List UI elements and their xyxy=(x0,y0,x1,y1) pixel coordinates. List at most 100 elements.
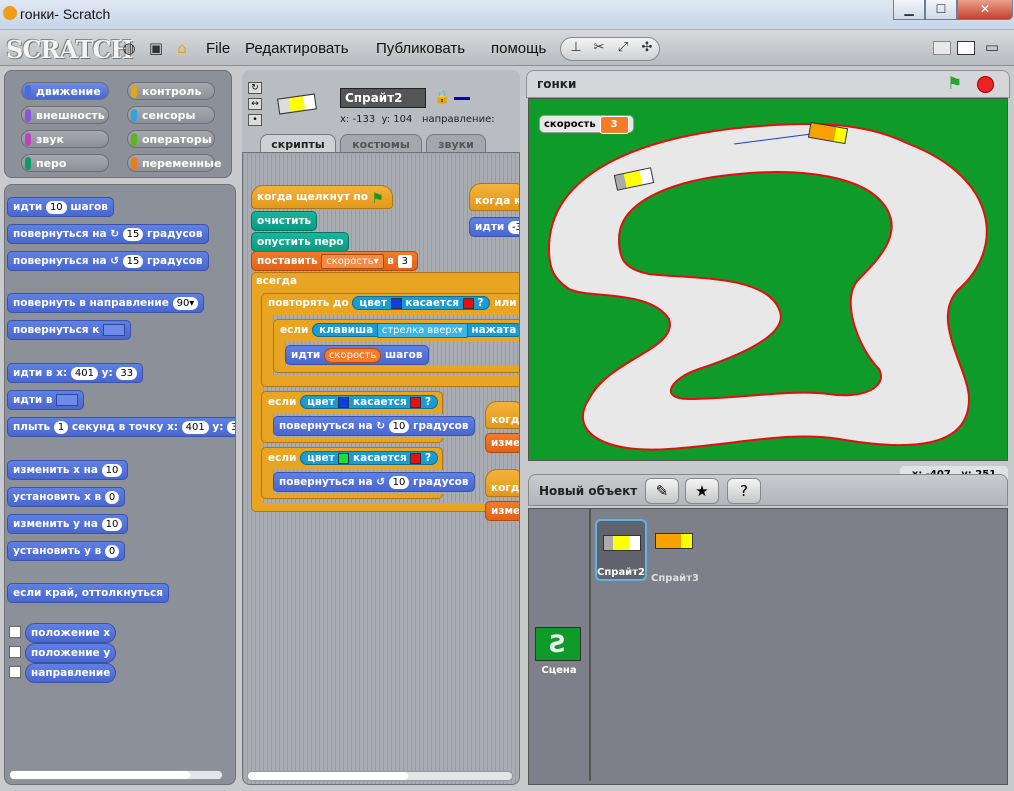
cut-icon[interactable]: ✂ xyxy=(588,40,610,58)
share-icon[interactable]: ⌂ xyxy=(173,39,191,57)
normal-stage-icon[interactable] xyxy=(957,41,975,55)
direction-indicator xyxy=(454,97,470,100)
side-move-block[interactable]: идти -3 xyxy=(469,217,519,237)
menu-share[interactable]: Публиковать xyxy=(376,40,465,57)
block-point-direction[interactable]: повернуть в направление 90▾ xyxy=(7,293,205,313)
window-title: гонки- Scratch xyxy=(20,6,111,22)
hat-when-flag-clicked[interactable]: когда щелкнут по ⚑ xyxy=(251,185,393,209)
save-icon[interactable]: ▣ xyxy=(147,39,165,57)
menu-bar: SCRATCH ◍ ▣ ⌂ File Редактировать Публико… xyxy=(0,30,1014,66)
globe-icon[interactable]: ◍ xyxy=(120,39,138,57)
stage-thumb-image: Ƨ xyxy=(535,627,581,661)
side-var-block-2[interactable]: измен xyxy=(485,433,519,453)
block-set-y[interactable]: установить y в 0 xyxy=(7,541,126,561)
random-sprite-icon[interactable]: ? xyxy=(727,478,761,504)
if-key-label: если клавиша стрелка вверх▾ нажата xyxy=(275,321,519,341)
stamp-icon[interactable]: ⊥ xyxy=(565,40,587,58)
category-sound[interactable]: звук xyxy=(21,130,109,148)
category-motion[interactable]: движение xyxy=(21,82,109,100)
block-turn-left[interactable]: повернуться на ↺ 15 градусов xyxy=(7,251,209,271)
window-title-bar: гонки- Scratch ▁ ☐ ✕ xyxy=(0,0,1014,30)
sprite3-image xyxy=(655,533,693,549)
sprite-thumb-sprite3[interactable]: Спрайт3 xyxy=(649,519,701,584)
reporter-y-position[interactable]: положение y xyxy=(25,643,117,663)
if-color-1-label: если цвет касается ? xyxy=(263,393,443,413)
side-var-block-3[interactable]: измен xyxy=(485,501,519,521)
block-clear[interactable]: очистить xyxy=(251,211,318,231)
green-flag-icon: ⚑ xyxy=(371,191,384,207)
checkbox-direction[interactable] xyxy=(9,666,21,678)
stage[interactable]: скорость 3 xyxy=(528,98,1008,461)
variable-monitor[interactable]: скорость 3 xyxy=(539,115,634,134)
shrink-icon[interactable]: ✣ xyxy=(636,40,658,58)
block-turn-right-10[interactable]: повернуться на ↻ 10 градусов xyxy=(273,416,475,436)
grow-icon[interactable]: ⤢ xyxy=(612,40,634,58)
rotate-all-icon[interactable]: ↻ xyxy=(248,82,262,94)
project-title: гонки xyxy=(537,77,577,91)
category-selector: движение контроль внешность сенсоры звук… xyxy=(4,70,232,178)
block-glide[interactable]: плыть 1 секунд в точку x: 401 y: 3 xyxy=(7,417,235,437)
green-flag-button[interactable]: ⚑ xyxy=(947,74,962,94)
block-change-y[interactable]: изменить y на 10 xyxy=(7,514,129,534)
tab-scripts[interactable]: скрипты xyxy=(260,134,336,154)
close-button[interactable]: ✕ xyxy=(957,0,1013,20)
block-move[interactable]: идти 10 шагов xyxy=(7,197,114,217)
scripts-scroll-track[interactable] xyxy=(247,771,513,781)
block-point-towards[interactable]: повернуться к xyxy=(7,320,131,340)
reporter-x-position[interactable]: положение x xyxy=(25,623,117,643)
category-operators[interactable]: операторы xyxy=(127,130,215,148)
category-sensing[interactable]: сенсоры xyxy=(127,106,215,124)
palette-scroll-thumb[interactable] xyxy=(10,771,190,779)
paint-sprite-icon[interactable]: ✎ xyxy=(645,478,679,504)
menu-edit[interactable]: Редактировать xyxy=(245,40,349,57)
small-stage-icon[interactable] xyxy=(933,41,951,55)
presentation-icon[interactable]: ▭ xyxy=(983,38,1001,56)
category-looks[interactable]: внешность xyxy=(21,106,109,124)
sprite-thumb-sprite2[interactable]: Спрайт2 xyxy=(595,519,647,581)
scripts-area: когда щелкнут по ⚑ очистить опустить перо… xyxy=(242,152,520,785)
stage-thumb[interactable]: Ƨ Сцена xyxy=(533,625,585,687)
new-sprite-label: Новый объект xyxy=(539,484,638,498)
open-sprite-icon[interactable]: ★ xyxy=(685,478,719,504)
sprite-library: Спрайт2 Спрайт3 Ƨ Сцена xyxy=(528,508,1008,785)
flip-icon[interactable]: ↔ xyxy=(248,98,262,110)
sprite-tools: ⊥ ✂ ⤢ ✣ xyxy=(560,37,660,61)
lock-icon[interactable]: 🔒 xyxy=(434,90,450,105)
block-turn-left-10[interactable]: повернуться на ↺ 10 градусов xyxy=(273,472,475,492)
scripts-scroll-thumb[interactable] xyxy=(248,772,408,780)
tab-costumes[interactable]: костюмы xyxy=(340,134,422,154)
block-bounce[interactable]: если край, оттолкнуться xyxy=(7,583,169,603)
checkbox-y-position[interactable] xyxy=(9,646,21,658)
block-goto[interactable]: идти в xyxy=(7,390,85,410)
stop-button[interactable] xyxy=(977,76,994,93)
block-move-speed[interactable]: идти скорость шагов xyxy=(285,345,429,365)
minimize-button[interactable]: ▁ xyxy=(893,0,925,20)
new-sprite-bar: Новый объект ✎ ★ ? xyxy=(528,474,1008,506)
block-goto-xy[interactable]: идти в x: 401 y: 33 xyxy=(7,363,144,383)
scratch-logo: SCRATCH xyxy=(6,35,133,64)
category-control[interactable]: контроль xyxy=(127,82,215,100)
maximize-button[interactable]: ☐ xyxy=(925,0,957,20)
sprite-thumbnail xyxy=(277,93,317,115)
tab-sounds[interactable]: звуки xyxy=(426,134,486,154)
side-hat-block[interactable]: когда к xyxy=(469,183,519,211)
block-change-x[interactable]: изменить x на 10 xyxy=(7,460,129,480)
side-hat-block-2[interactable]: когд xyxy=(485,401,519,429)
palette-scroll-track[interactable] xyxy=(9,770,223,780)
sprite2-image xyxy=(603,535,641,551)
reporter-direction[interactable]: направление xyxy=(25,663,117,683)
block-palette: идти 10 шагов повернуться на ↻ 15 градус… xyxy=(4,184,236,785)
block-set-x[interactable]: установить x в 0 xyxy=(7,487,126,507)
block-turn-right[interactable]: повернуться на ↻ 15 градусов xyxy=(7,224,209,244)
side-hat-block-3[interactable]: когд xyxy=(485,469,519,497)
category-pen[interactable]: перо xyxy=(21,154,109,172)
checkbox-x-position[interactable] xyxy=(9,626,21,638)
if-color-2-label: если цвет касается ? xyxy=(263,449,443,469)
block-pen-down[interactable]: опустить перо xyxy=(251,232,350,252)
block-set-variable[interactable]: поставить скорость▾ в 3 xyxy=(251,251,418,271)
sprite-name-field[interactable]: Спрайт2 xyxy=(340,88,426,108)
menu-file[interactable]: File xyxy=(206,40,230,57)
menu-help[interactable]: помощь xyxy=(491,40,546,57)
no-rotate-icon[interactable]: • xyxy=(248,114,262,126)
category-variables[interactable]: переменные xyxy=(127,154,221,172)
